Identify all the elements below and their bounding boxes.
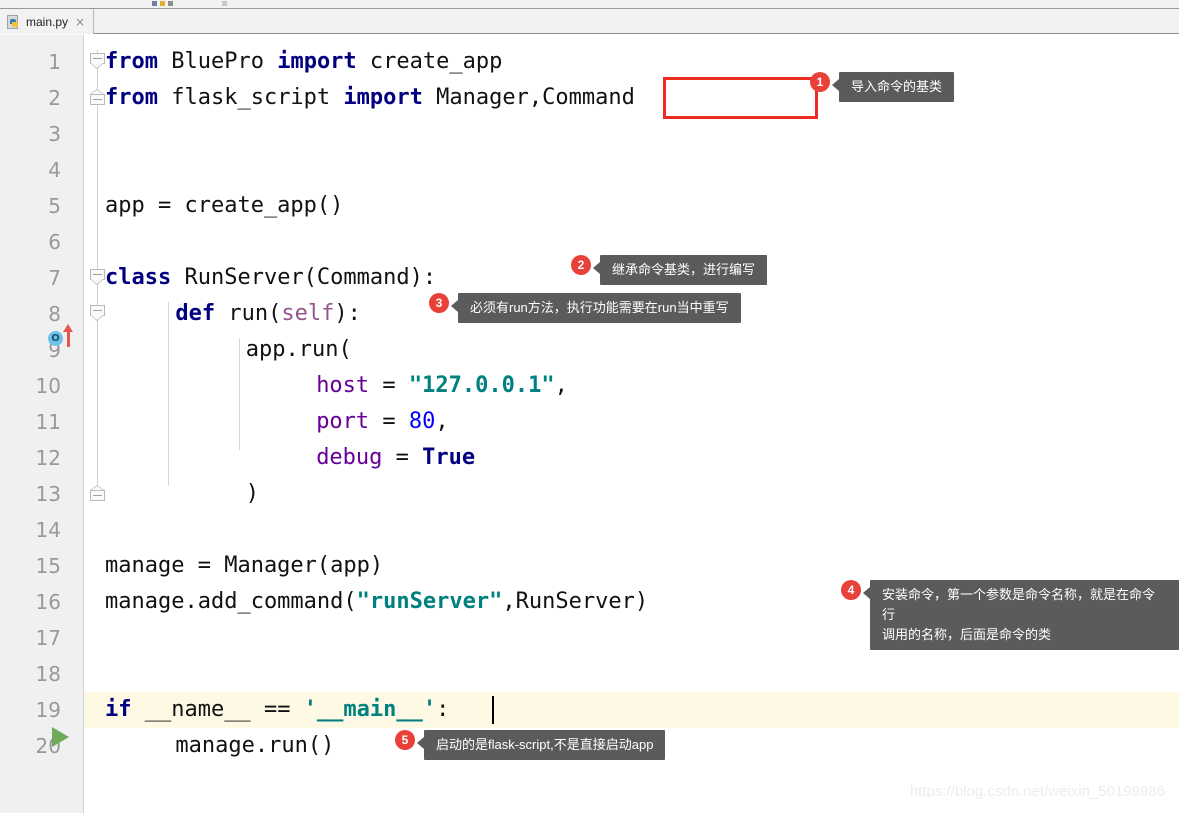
code-token: : [436,697,450,722]
code-line[interactable]: if __name__ == '__main__': [105,692,449,728]
annotation-text: 导入命令的基类 [839,72,955,102]
code-token: BluePro [157,49,278,74]
annotation-pointer-icon [832,79,839,91]
code-token: from [105,49,158,74]
code-token: RunServer(Command): [171,265,437,290]
annotation-badge: 2 [571,255,591,275]
code-token: create_app [356,49,503,74]
code-token: run( [215,301,282,326]
toolbar-icon-d[interactable] [222,1,227,6]
code-token: class [105,265,172,290]
watermark: https://blog.csdn.net/weixin_50199986 [909,783,1165,800]
toolbar-icon-b[interactable] [160,1,165,6]
code-line[interactable]: def run(self): [105,296,361,332]
annotation-text: 必须有run方法，执行功能需要在run当中重写 [458,293,741,323]
annotation-text: 启动的是flask-script,不是直接启动app [424,730,666,760]
code-token: True [422,445,476,470]
code-token: ): [334,301,361,326]
toolbar-sliver [0,0,1179,9]
annotation-text: 继承命令基类，进行编写 [600,255,768,285]
editor-tab-bar: main.py × [0,9,1179,34]
code-token: from [105,85,158,110]
annotation-1: 1 导入命令的基类 [810,72,955,102]
annotation-5: 5 启动的是flask-script,不是直接启动app [395,730,666,760]
code-token: = [382,445,423,470]
run-line-icon[interactable] [52,727,69,747]
code-token: app.run( [245,337,352,362]
code-line[interactable]: ) [105,476,259,512]
code-line[interactable]: from BluePro import create_app [105,44,502,80]
annotation-text: 安装命令，第一个参数是命令名称，就是在命令行 调用的名称，后面是命令的类 [870,580,1179,650]
code-token: import [343,85,423,110]
toolbar-icon-a[interactable] [152,1,157,6]
code-line[interactable]: debug = True [105,440,475,476]
code-token: manage = Manager(app) [105,553,384,578]
override-method-glyph: O [51,333,60,344]
code-token: host [316,373,370,398]
code-token: , [554,373,568,398]
code-line[interactable]: host = "127.0.0.1", [105,368,568,404]
code-line[interactable]: manage = Manager(app) [105,548,383,584]
code-token: "127.0.0.1" [408,373,555,398]
code-line[interactable]: port = 80, [105,404,449,440]
code-token: app = create_app() [105,193,344,218]
annotation-pointer-icon [593,262,600,274]
annotation-badge: 3 [429,293,449,313]
code-line[interactable]: class RunServer(Command): [105,260,436,296]
code-editor[interactable]: 1 2 3 4 5 6 7 8 9 10 11 12 13 14 15 16 17 18 19 20 from Blu… [0,35,1179,813]
code-token: , [435,409,449,434]
code-token: self [281,301,335,326]
annotation-3: 3 必须有run方法，执行功能需要在run当中重写 [429,293,741,323]
annotation-pointer-icon [417,737,424,749]
implements-up-arrow-icon[interactable] [63,324,74,347]
code-token: ) [245,481,260,506]
annotation-4: 4 安装命令，第一个参数是命令名称，就是在命令行 调用的名称，后面是命令的类 [841,580,1179,650]
text-caret [492,696,495,724]
code-token: port [316,409,370,434]
tab-main-py[interactable]: main.py × [0,9,95,34]
python-file-icon [7,14,21,29]
close-icon[interactable]: × [75,16,85,28]
code-token: 80 [408,409,436,434]
annotation-pointer-icon [451,300,458,312]
code-line[interactable]: app = create_app() [105,188,343,224]
code-token: debug [316,445,383,470]
code-token: manage.run() [175,733,335,758]
code-token: if [105,697,132,722]
toolbar-icon-c[interactable] [168,1,173,6]
code-token: __name__ == [131,697,304,722]
code-line[interactable]: manage.run() [105,728,334,764]
code-token: ,RunServer) [502,589,649,614]
code-token: def [175,301,216,326]
annotation-2: 2 继承命令基类，进行编写 [571,255,768,285]
code-token: = [369,409,409,434]
code-token: '__main__' [303,697,437,722]
code-line[interactable]: from flask_script import Manager,Command [105,80,635,116]
code-token: flask_script [157,85,344,110]
code-token: "runServer" [356,589,503,614]
annotation-badge: 5 [395,730,415,750]
code-token: manage.add_command( [105,589,357,614]
annotation-badge: 4 [841,580,861,600]
code-line[interactable]: app.run( [105,332,352,368]
code-line[interactable]: manage.add_command("runServer",RunServer… [105,584,648,620]
code-content-area[interactable]: from BluePro import create_app from flask… [0,35,1179,813]
code-token: = [369,373,409,398]
annotation-pointer-icon [863,587,870,599]
command-import-highlight [663,77,818,119]
code-token: import [277,49,357,74]
tab-label: main.py [26,14,69,29]
override-method-icon[interactable]: O [48,331,63,346]
annotation-badge: 1 [810,72,830,92]
code-token: Manager,Command [422,85,635,110]
